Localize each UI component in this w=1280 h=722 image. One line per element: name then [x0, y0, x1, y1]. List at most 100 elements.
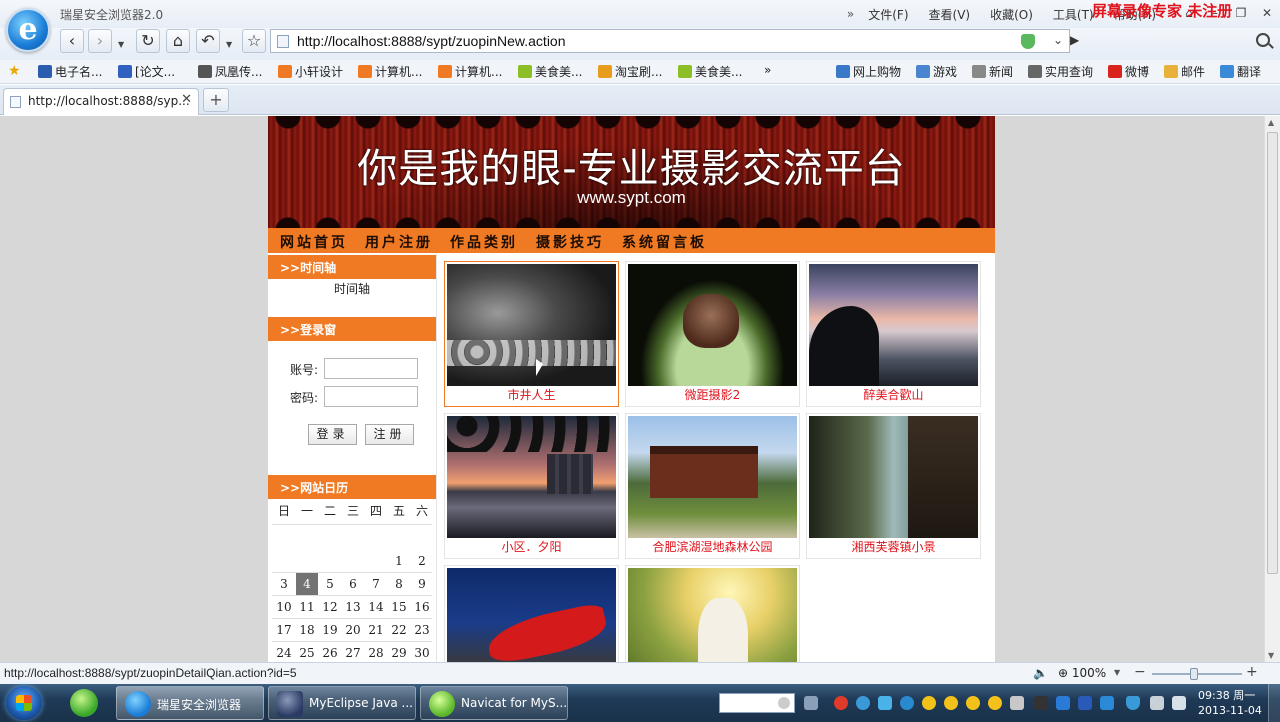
address-url[interactable]: http://localhost:8888/sypt/zuopinNew.act… [297, 33, 566, 49]
scroll-down-icon[interactable]: ▼ [1268, 651, 1274, 660]
pinned-app-icon[interactable] [66, 688, 102, 718]
zoom-out-icon[interactable]: − [1134, 664, 1146, 680]
account-input[interactable] [324, 358, 418, 379]
work-card[interactable]: 市井人生 [444, 261, 619, 407]
work-photo[interactable] [628, 264, 797, 386]
scroll-up-icon[interactable]: ▲ [1268, 118, 1274, 127]
work-caption[interactable]: 市井人生 [445, 386, 618, 404]
calendar-day[interactable]: 11 [296, 596, 318, 618]
task-myeclipse[interactable]: MyEclipse Java ... [268, 686, 416, 720]
work-photo[interactable] [447, 568, 616, 662]
task-navicat[interactable]: Navicat for MyS... [420, 686, 568, 720]
work-caption[interactable]: 合肥滨湖湿地森林公园 [626, 538, 799, 556]
nav-register[interactable]: 用户注册 [365, 232, 433, 252]
fav-item[interactable]: 网上购物 [836, 63, 901, 80]
tray-app-icon[interactable] [878, 696, 892, 710]
zoom-level[interactable]: ⊕ 100% [1058, 666, 1106, 680]
calendar-day[interactable]: 20 [342, 619, 364, 641]
qq-icon[interactable] [922, 696, 936, 710]
calendar-day[interactable]: 26 [319, 642, 341, 662]
work-photo[interactable] [628, 416, 797, 538]
fav-item[interactable]: 美食美... [678, 63, 742, 80]
calendar-day[interactable]: 6 [342, 573, 364, 595]
calendar-day[interactable]: 14 [365, 596, 387, 618]
start-button[interactable] [6, 686, 42, 720]
work-photo[interactable] [447, 264, 616, 386]
home-button[interactable]: ⌂ [166, 29, 190, 53]
fav-item[interactable]: 计算机... [358, 63, 422, 80]
work-card[interactable]: 微距摄影2 [625, 261, 800, 407]
new-tab-button[interactable]: + [203, 88, 229, 112]
fav-item[interactable]: 凤凰传... [198, 63, 262, 80]
menu-overflow-icon[interactable]: » [847, 7, 854, 21]
nav-home[interactable]: 网站首页 [280, 232, 348, 252]
tab-active[interactable]: http://localhost:8888/syp... ✕ [3, 88, 199, 115]
password-input[interactable] [324, 386, 418, 407]
tray-app-icon[interactable] [1078, 696, 1092, 710]
calendar-day[interactable]: 12 [319, 596, 341, 618]
menu-tools[interactable]: 工具(T) [1053, 6, 1094, 23]
nav-guestbook[interactable]: 系统留言板 [622, 232, 707, 252]
address-dropdown-icon[interactable]: ⌄ [1053, 33, 1063, 47]
system-clock[interactable]: 09:38 周一 2013-11-04 [1198, 688, 1262, 718]
fav-item[interactable]: 翻译 [1220, 63, 1261, 80]
work-photo[interactable] [809, 264, 978, 386]
network-icon[interactable] [1150, 696, 1164, 710]
calendar-day[interactable]: 25 [296, 642, 318, 662]
fav-item[interactable]: 新闻 [972, 63, 1013, 80]
tray-app-icon[interactable] [900, 696, 914, 710]
work-card[interactable]: 小区．夕阳 [444, 413, 619, 559]
tray-app-icon[interactable] [1034, 696, 1048, 710]
security-shield-icon[interactable] [1021, 34, 1035, 49]
calendar-day[interactable]: 7 [365, 573, 387, 595]
tray-app-icon[interactable] [1056, 696, 1070, 710]
calendar-day[interactable]: 19 [319, 619, 341, 641]
fav-overflow-icon[interactable]: » [764, 63, 771, 77]
tray-search-input[interactable] [719, 693, 795, 713]
shield-icon[interactable] [1126, 696, 1140, 710]
calendar-day[interactable]: 3 [273, 573, 295, 595]
calendar-day[interactable]: 9 [411, 573, 433, 595]
zoom-dropdown-icon[interactable]: ▼ [1114, 668, 1120, 677]
undo-close-button[interactable]: ↶ [196, 29, 220, 53]
go-arrow-icon[interactable]: ▶ [1070, 33, 1079, 47]
fav-item[interactable]: [论文... [118, 63, 175, 80]
tray-app-icon[interactable] [856, 696, 870, 710]
nav-categories[interactable]: 作品类别 [450, 232, 518, 252]
menu-view[interactable]: 查看(V) [929, 6, 971, 23]
tray-app-icon[interactable] [1010, 696, 1024, 710]
work-card[interactable]: 合肥滨湖湿地森林公园 [625, 413, 800, 559]
zoom-in-icon[interactable]: + [1246, 664, 1258, 680]
undo-dropdown-icon[interactable]: ▼ [226, 40, 232, 49]
work-photo[interactable] [628, 568, 797, 662]
calendar-day[interactable]: 10 [273, 596, 295, 618]
history-dropdown-icon[interactable]: ▼ [118, 40, 124, 49]
scrollbar-thumb[interactable] [1267, 132, 1278, 574]
fav-item[interactable]: 邮件 [1164, 63, 1205, 80]
calendar-day[interactable]: 27 [342, 642, 364, 662]
work-card[interactable] [625, 565, 800, 662]
work-caption[interactable]: 微距摄影2 [626, 386, 799, 404]
calendar-day[interactable]: 16 [411, 596, 433, 618]
back-button[interactable]: ‹ [60, 29, 84, 53]
calendar-day[interactable]: 13 [342, 596, 364, 618]
calendar-day[interactable]: 15 [388, 596, 410, 618]
fav-item[interactable]: 实用查询 [1028, 63, 1093, 80]
show-desktop-button[interactable] [1268, 684, 1280, 722]
calendar-day[interactable]: 5 [319, 573, 341, 595]
calendar-day[interactable]: 23 [411, 619, 433, 641]
login-button[interactable]: 登录 [308, 424, 357, 445]
calendar-day[interactable]: 18 [296, 619, 318, 641]
calendar-day[interactable]: 21 [365, 619, 387, 641]
calendar-day[interactable]: 1 [388, 550, 410, 572]
close-window-button[interactable]: ✕ [1254, 5, 1280, 23]
calendar-day[interactable]: 28 [365, 642, 387, 662]
fav-item[interactable]: 游戏 [916, 63, 957, 80]
work-caption[interactable]: 醉美合歡山 [807, 386, 980, 404]
calendar-day[interactable]: 17 [273, 619, 295, 641]
calendar-day[interactable]: 4 [296, 573, 318, 595]
fav-item[interactable]: 小轩设计 [278, 63, 343, 80]
fav-item[interactable]: 电子名... [38, 63, 102, 80]
volume-icon[interactable]: 🔈 [1033, 666, 1048, 680]
close-tab-icon[interactable]: ✕ [181, 92, 192, 107]
